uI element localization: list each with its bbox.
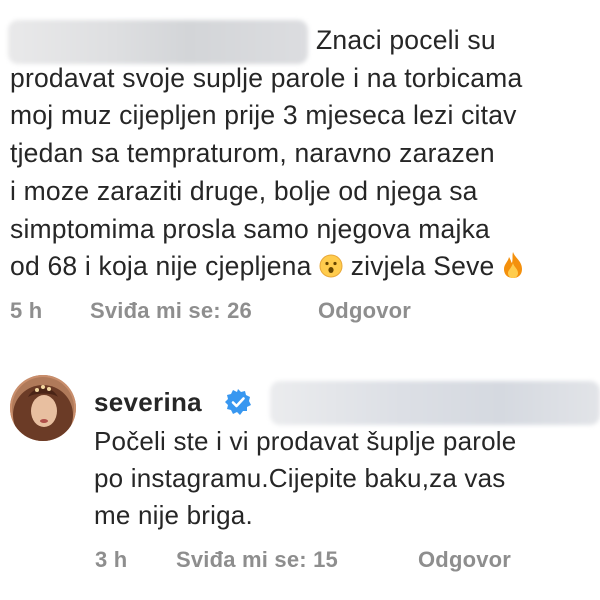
reply-button[interactable]: Odgovor (318, 298, 411, 324)
comment: Znaci poceli su prodavat svoje suplje pa… (0, 0, 600, 345)
comment-line: simptomima prosla samo njegova majka (10, 213, 490, 244)
comment-line: Znaci poceli su (316, 25, 496, 55)
reply-line: po instagramu.Cijepite baku,za vas (94, 463, 506, 493)
comment-line: i moze zaraziti druge, bolje od njega sa (10, 175, 478, 206)
surprised-face-icon (319, 254, 343, 278)
verified-badge-icon (225, 389, 251, 415)
avatar[interactable] (10, 375, 76, 441)
comment-time: 5 h (10, 298, 43, 323)
avatar-portrait-icon (13, 385, 73, 441)
reply-reply-button[interactable]: Odgovor (418, 547, 511, 573)
comment-line: tjedan sa tempraturom, naravno zarazen (10, 138, 495, 169)
likes-count[interactable]: Sviđa mi se: 26 (90, 298, 252, 324)
comment-line: moj muz cijepljen prije 3 mjeseca lezi c… (10, 100, 517, 131)
reply-comment: severina Počeli ste i vi prodavat šuplje… (0, 345, 600, 600)
fire-icon (504, 252, 523, 279)
reply-line: me nije briga. (94, 500, 253, 530)
reply-likes-count[interactable]: Sviđa mi se: 15 (176, 547, 338, 573)
blurred-mention (270, 381, 600, 425)
comment-text: Znaci poceli su prodavat svoje suplje pa… (10, 22, 600, 286)
comment-line: od 68 i koja nije cjepljena (10, 251, 312, 282)
reply-username[interactable]: severina (94, 387, 202, 418)
comment-line: zivjela Seve (350, 251, 495, 282)
comment-line: prodavat svoje suplje parole i na torbic… (10, 62, 523, 93)
reply-text: Počeli ste i vi prodavat šuplje parole p… (94, 423, 600, 534)
reply-line: Počeli ste i vi prodavat šuplje parole (94, 426, 517, 456)
reply-time: 3 h (95, 547, 128, 572)
